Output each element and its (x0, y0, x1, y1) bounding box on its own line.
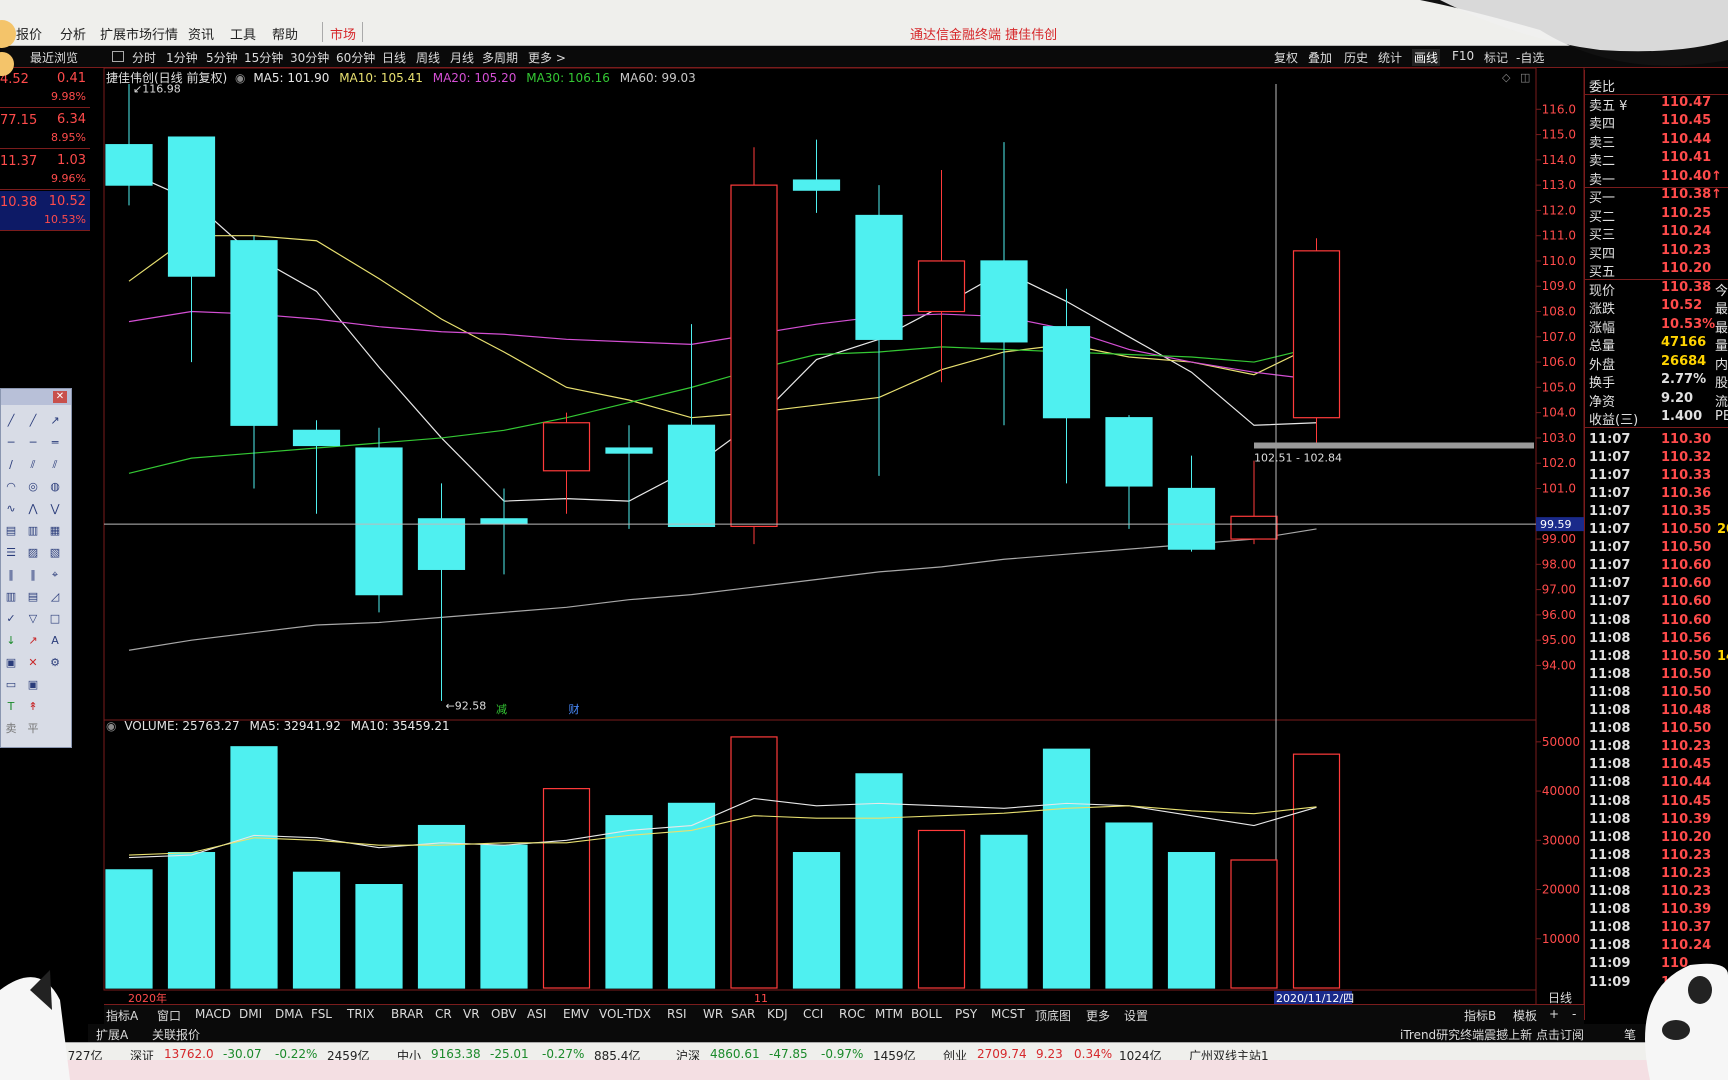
decorative-shape (1440, 0, 1728, 52)
decorative-shape (0, 52, 14, 76)
mascot-paw (1662, 1020, 1690, 1040)
mascot-eye (1688, 976, 1712, 1004)
decorative-shape (0, 20, 16, 48)
mascot-right (1645, 963, 1728, 1080)
recording-overlay (0, 0, 1728, 1080)
